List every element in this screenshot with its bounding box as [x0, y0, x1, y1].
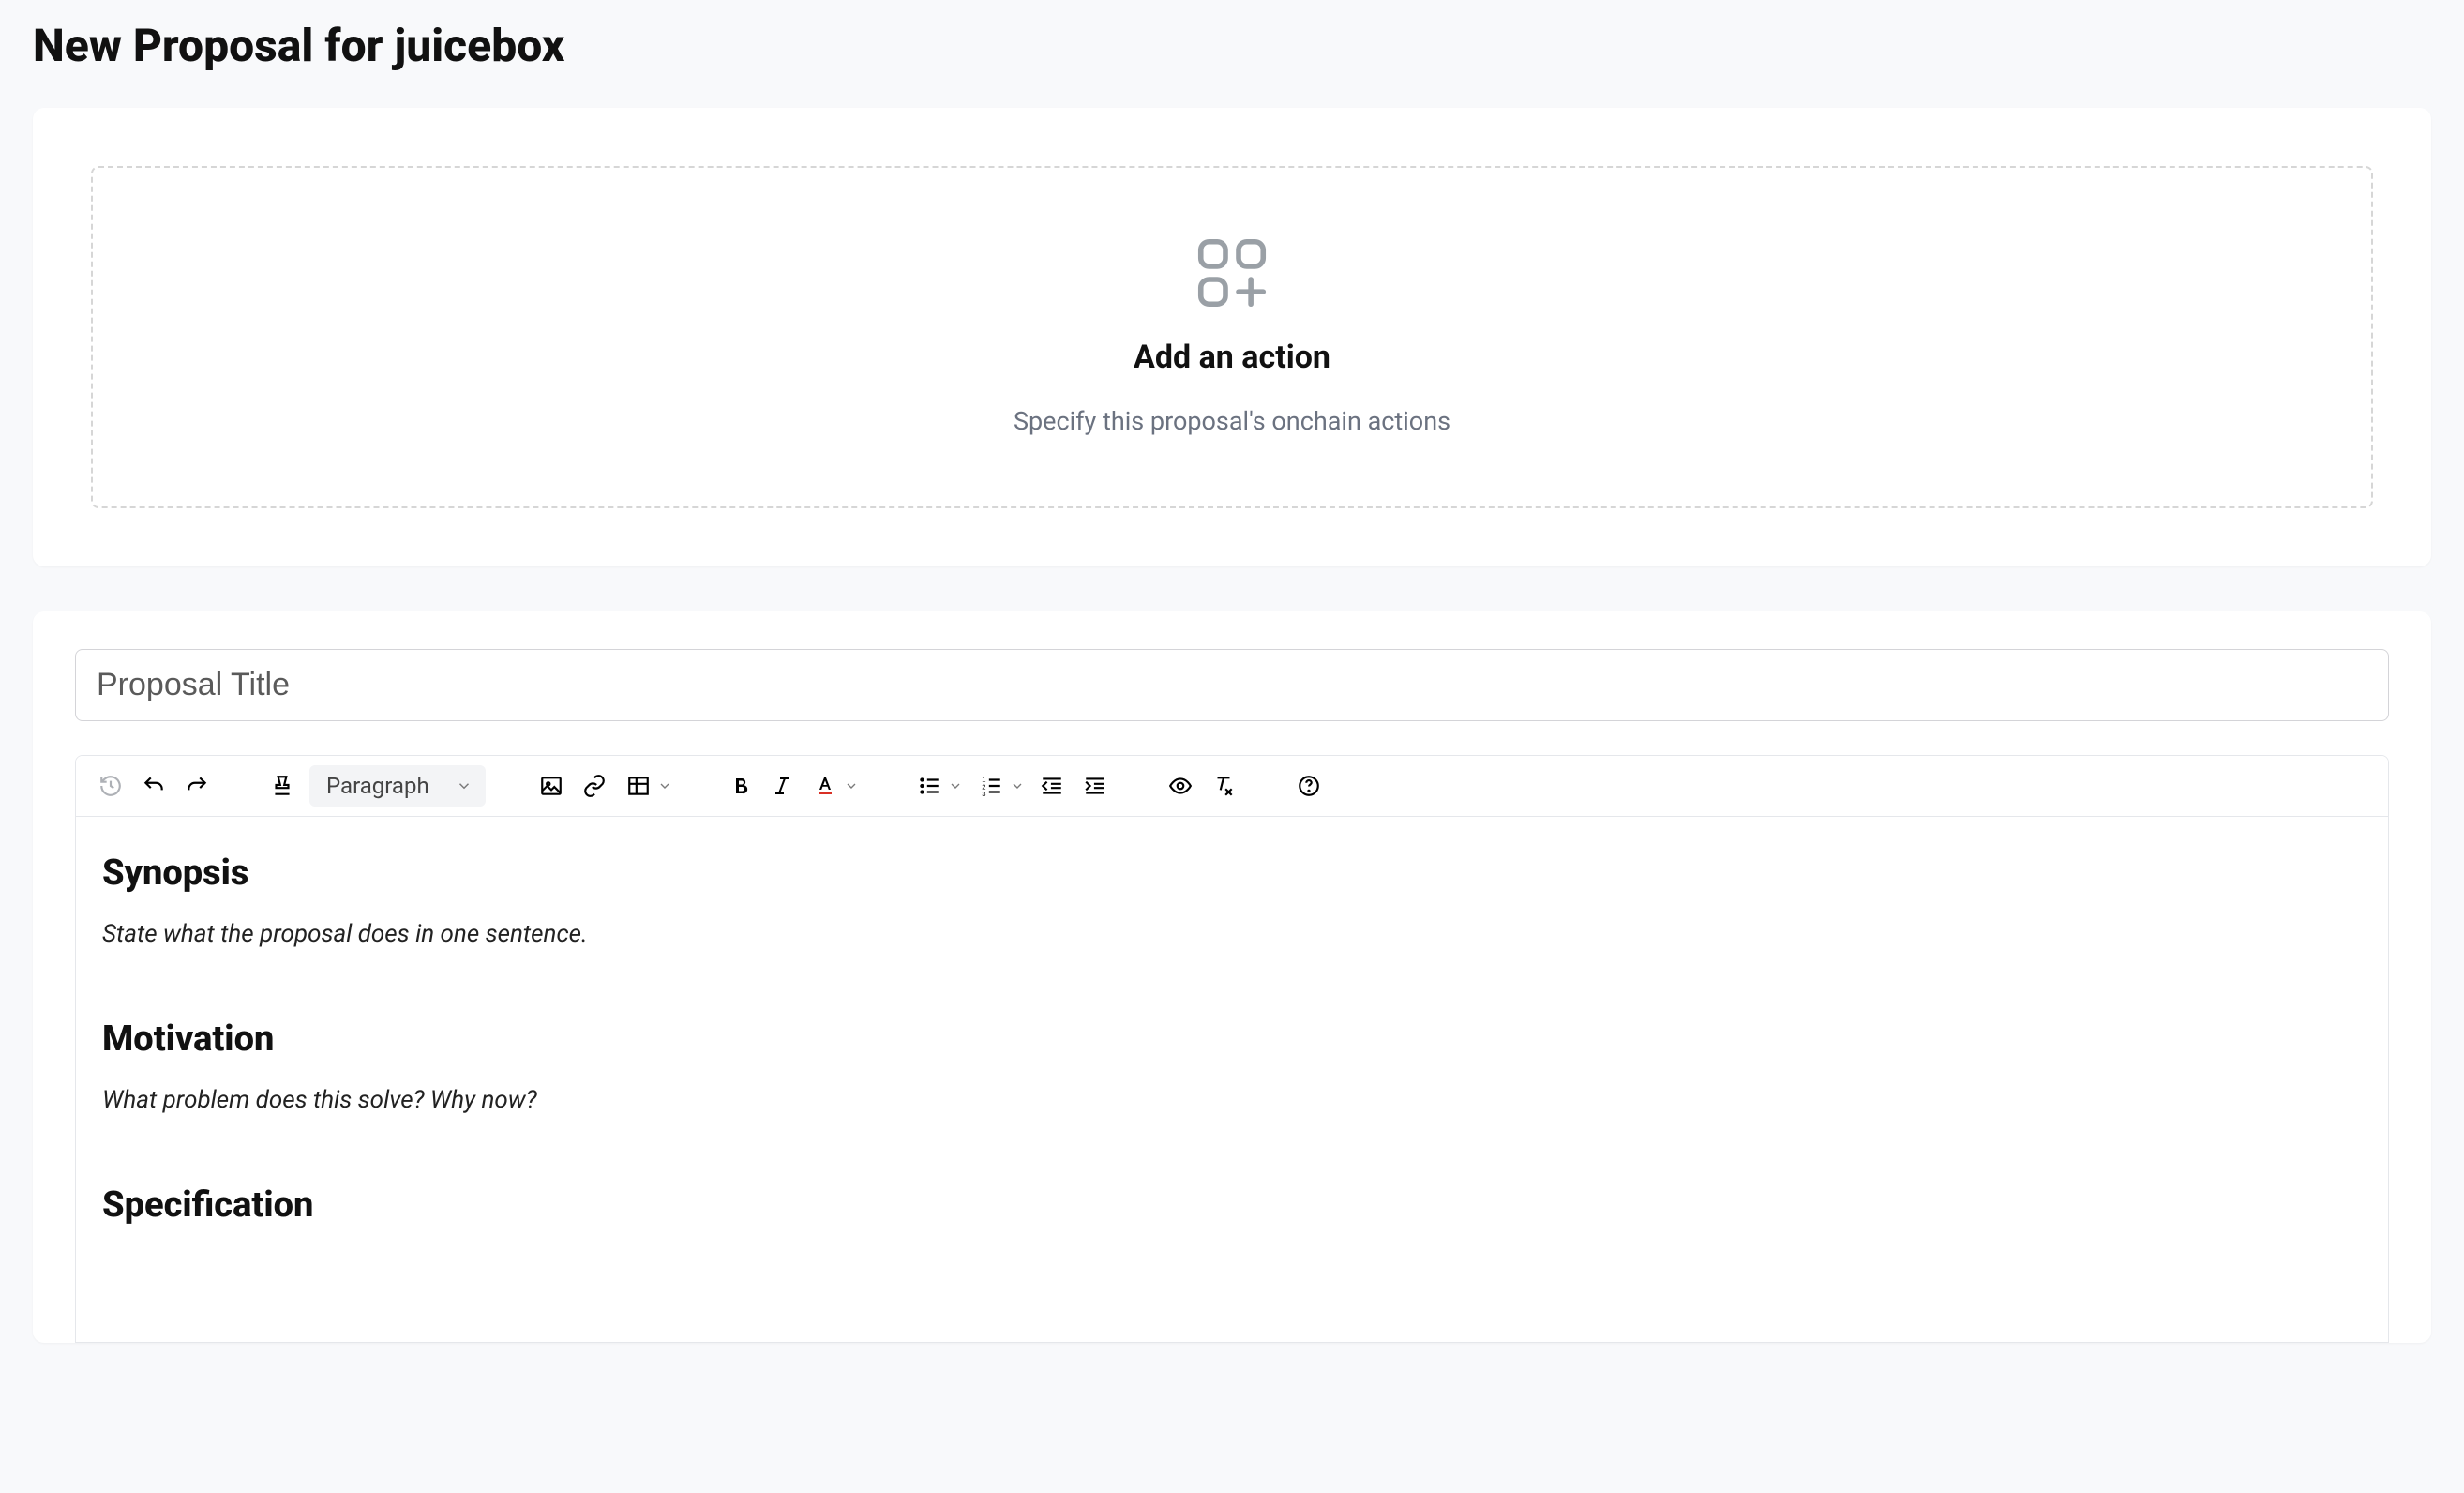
italic-button[interactable] — [763, 768, 801, 804]
help-button[interactable] — [1289, 768, 1329, 804]
image-button[interactable] — [532, 768, 571, 804]
editor-card: Paragraph — [33, 611, 2431, 1343]
undo-button[interactable] — [134, 768, 173, 804]
bullet-list-dropdown[interactable] — [944, 768, 967, 804]
table-dropdown[interactable] — [654, 768, 676, 804]
link-button[interactable] — [575, 768, 614, 804]
page-title: New Proposal for juicebox — [33, 19, 2431, 72]
specification-heading: Specification — [102, 1184, 2362, 1226]
redo-button[interactable] — [177, 768, 217, 804]
add-action-icon — [121, 234, 2343, 312]
ordered-list-dropdown[interactable] — [1006, 768, 1029, 804]
synopsis-prompt: State what the proposal does in one sent… — [102, 920, 2362, 948]
stamp-button[interactable] — [263, 768, 302, 804]
motivation-heading: Motivation — [102, 1018, 2362, 1060]
actions-card: Add an action Specify this proposal's on… — [33, 108, 2431, 566]
editor-body[interactable]: Synopsis State what the proposal does in… — [76, 817, 2388, 1342]
add-action-title: Add an action — [121, 339, 2343, 376]
editor-toolbar: Paragraph — [76, 756, 2388, 817]
preview-button[interactable] — [1161, 768, 1200, 804]
svg-text:3: 3 — [982, 790, 985, 798]
text-color-button[interactable] — [804, 768, 840, 804]
add-action-button[interactable]: Add an action Specify this proposal's on… — [91, 166, 2373, 508]
clear-formatting-button[interactable] — [1204, 768, 1243, 804]
chevron-down-icon — [456, 777, 473, 794]
history-button[interactable] — [91, 768, 130, 804]
editor-toolbar-container: Paragraph — [75, 755, 2389, 1343]
bold-button[interactable] — [722, 768, 759, 804]
add-action-subtitle: Specify this proposal's onchain actions — [121, 406, 2343, 436]
bullet-list-button[interactable] — [909, 768, 944, 804]
proposal-title-input[interactable] — [75, 649, 2389, 721]
text-color-dropdown[interactable] — [840, 768, 863, 804]
paragraph-style-select[interactable]: Paragraph — [309, 765, 486, 807]
indent-button[interactable] — [1075, 768, 1115, 804]
paragraph-style-label: Paragraph — [326, 773, 429, 799]
outdent-button[interactable] — [1032, 768, 1072, 804]
table-button[interactable] — [618, 768, 654, 804]
ordered-list-button[interactable]: 123 — [970, 768, 1006, 804]
synopsis-heading: Synopsis — [102, 852, 2362, 894]
motivation-prompt: What problem does this solve? Why now? — [102, 1086, 2362, 1114]
